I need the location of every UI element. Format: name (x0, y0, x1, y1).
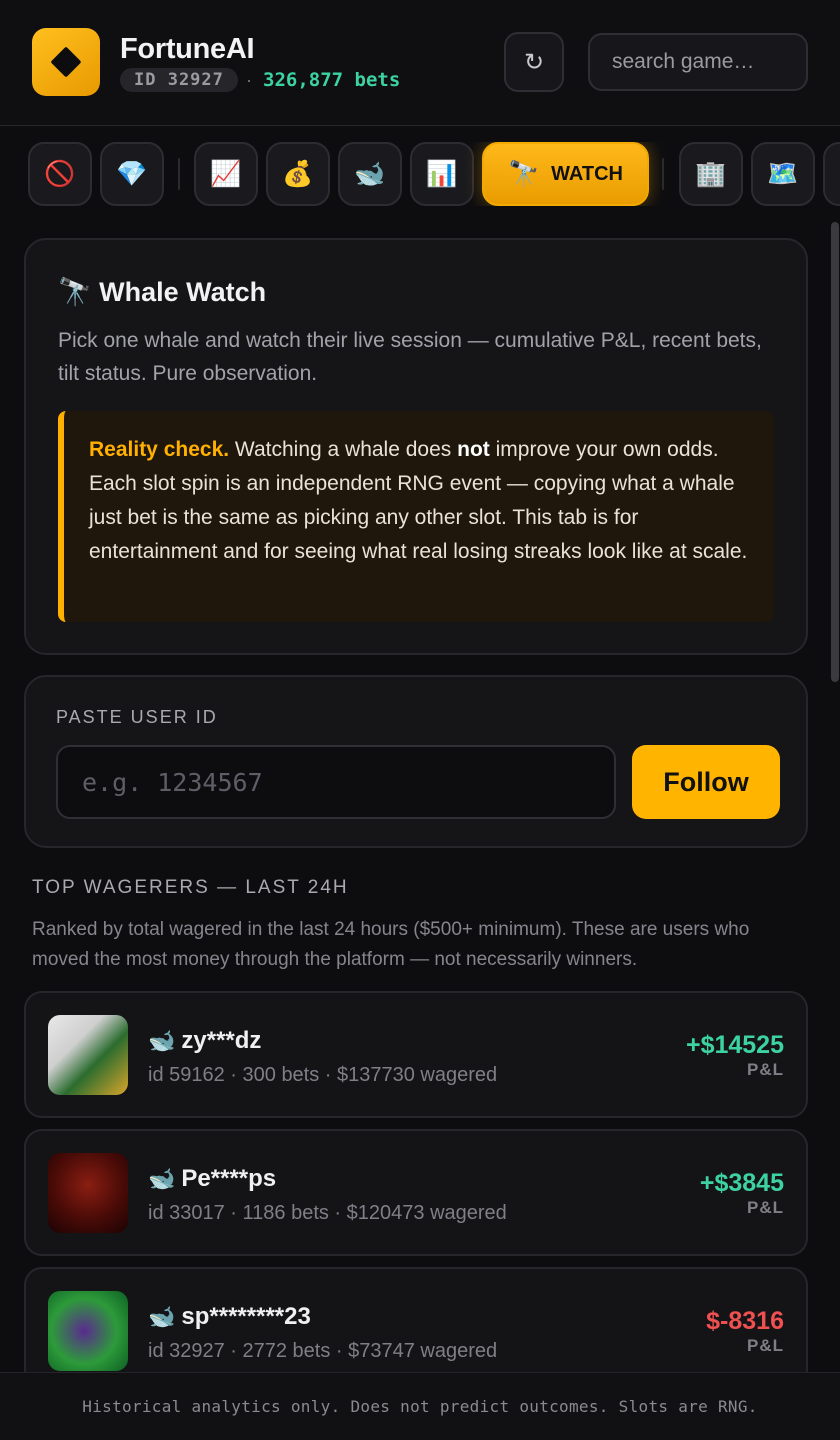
pl-label: P&L (747, 1336, 784, 1355)
top-header: FortuneAI ID 32927 · 326,877 bets ↻ (0, 0, 840, 126)
pl-label: P&L (747, 1198, 784, 1217)
game-thumbnail (48, 1291, 128, 1371)
diamond-logo-icon (50, 46, 82, 78)
telescope-icon: 🔭 (58, 277, 92, 307)
whale-watch-intro-card: 🔭 Whale Watch Pick one whale and watch t… (24, 238, 808, 655)
money-bag-icon: 💰 (282, 159, 314, 188)
reality-check-lead: Reality check. (89, 438, 230, 461)
follow-user-card: PASTE USER ID Follow (24, 675, 808, 848)
wagerer-username: Pe****ps (181, 1165, 277, 1192)
tab-stats[interactable]: 📊 (410, 142, 474, 206)
tab-bar: 🚫 💎 📈 💰 🐋 📊 🔭 WATCH 🏢 🗺️ (0, 142, 840, 206)
tab-gems[interactable]: 💎 (100, 142, 164, 206)
telescope-icon: 🔭 (508, 159, 540, 188)
reality-check-callout: Reality check. Watching a whale does not… (58, 411, 774, 622)
reality-check-emphasis: not (457, 438, 490, 461)
brand-title: FortuneAI (120, 33, 255, 65)
follow-button[interactable]: Follow (632, 745, 780, 819)
game-thumbnail (48, 1153, 128, 1233)
tab-blocked[interactable]: 🚫 (28, 142, 92, 206)
bar-chart-icon: 📊 (426, 159, 458, 188)
page-scrollbar[interactable] (831, 222, 839, 682)
wagerer-username: sp********23 (181, 1303, 311, 1330)
tab-trends[interactable]: 📈 (194, 142, 258, 206)
tab-more[interactable] (823, 142, 840, 206)
top-wagerers-heading: TOP WAGERERS — LAST 24H (32, 877, 349, 898)
game-thumbnail (48, 1015, 128, 1095)
search-game-input[interactable] (588, 33, 808, 91)
whale-icon: 🐋 (148, 1166, 176, 1191)
section-description: Pick one whale and watch their live sess… (58, 329, 762, 385)
wagerer-pl-value: +$3845 (699, 1169, 784, 1197)
app-logo (32, 28, 100, 96)
wagerer-pl-value: +$14525 (685, 1031, 784, 1059)
wagerer-row[interactable]: 🐋 Pe****ps id 33017 · 1186 bets · $120473… (24, 1129, 808, 1256)
tab-map[interactable]: 🗺️ (751, 142, 815, 206)
top-wagerers-description: Ranked by total wagered in the last 24 h… (32, 919, 750, 970)
whale-icon: 🐋 (354, 159, 386, 188)
tab-watch[interactable]: 🔭 WATCH (482, 142, 649, 206)
chart-up-icon: 📈 (210, 159, 242, 188)
pl-label: P&L (747, 1060, 784, 1079)
user-id-badge: ID 32927 (120, 68, 238, 92)
tab-watch-label: WATCH (551, 162, 623, 185)
map-icon: 🗺️ (767, 159, 799, 188)
office-building-icon: 🏢 (695, 159, 727, 188)
header-separator: · (246, 70, 252, 90)
refresh-icon: ↻ (523, 48, 545, 76)
wagerer-meta: id 32927 · 2772 bets · $73747 wagered (148, 1340, 498, 1362)
whale-icon: 🐋 (148, 1304, 176, 1329)
tab-money[interactable]: 💰 (266, 142, 330, 206)
section-title: 🔭 Whale Watch (58, 276, 266, 308)
wagerer-meta: id 33017 · 1186 bets · $120473 wagered (148, 1202, 507, 1224)
wagerer-row[interactable]: 🐋 zy***dz id 59162 · 300 bets · $137730 w… (24, 991, 808, 1118)
wagerer-name: 🐋 zy***dz (148, 1027, 261, 1055)
total-bets-count: 326,877 bets (263, 69, 401, 91)
tab-divider (662, 158, 664, 190)
tab-providers[interactable]: 🏢 (679, 142, 743, 206)
refresh-button[interactable]: ↻ (504, 32, 564, 92)
wagerer-name: 🐋 sp********23 (148, 1303, 311, 1331)
gem-icon: 💎 (116, 159, 148, 188)
whale-icon: 🐋 (148, 1028, 176, 1053)
wagerer-username: zy***dz (181, 1027, 262, 1054)
tab-divider (178, 158, 180, 190)
section-title-text: Whale Watch (99, 277, 267, 307)
disclaimer-footer: Historical analytics only. Does not pred… (0, 1372, 840, 1440)
user-id-input[interactable] (56, 745, 616, 819)
paste-user-id-label: PASTE USER ID (56, 707, 218, 727)
tab-whales[interactable]: 🐋 (338, 142, 402, 206)
wagerer-pl-value: $-8316 (706, 1307, 784, 1335)
wagerer-name: 🐋 Pe****ps (148, 1165, 276, 1193)
reality-check-text-1: Watching a whale does (229, 438, 458, 461)
wagerer-meta: id 59162 · 300 bets · $137730 wagered (148, 1064, 498, 1086)
app-root: FortuneAI ID 32927 · 326,877 bets ↻ 🚫 💎 … (0, 0, 840, 1440)
no-entry-icon: 🚫 (44, 159, 76, 188)
